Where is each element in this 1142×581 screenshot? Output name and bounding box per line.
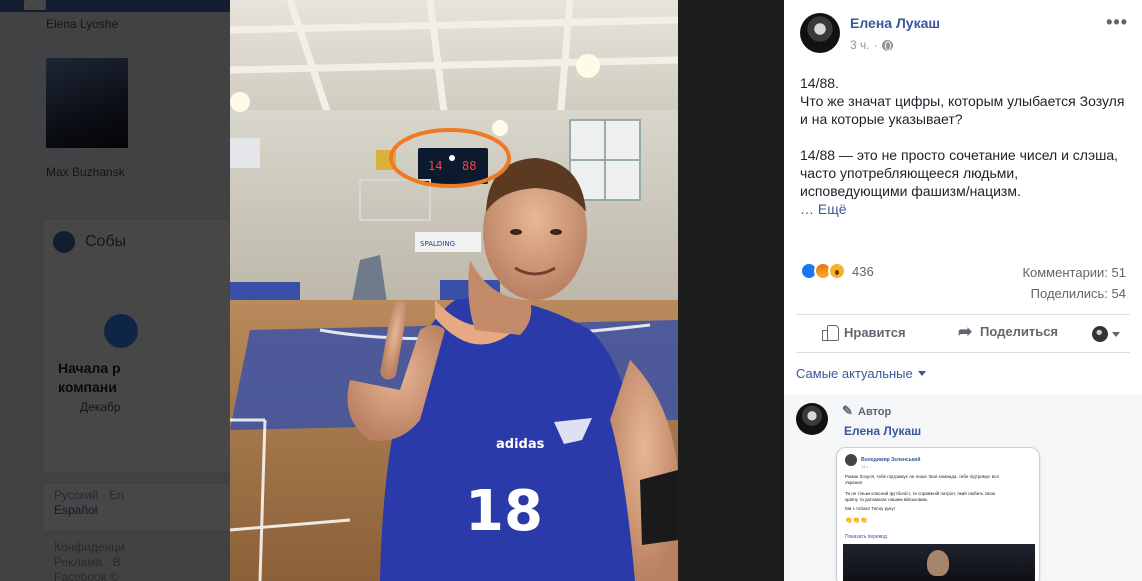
background-event-date: Декабр xyxy=(80,400,121,414)
comment-author[interactable]: Елена Лукаш xyxy=(844,424,921,438)
post-text: 14/88. Что же значат цифры, которым улыб… xyxy=(800,74,1130,218)
reactions-summary[interactable]: 436 xyxy=(800,262,874,280)
background-footer-2: Реклама · В xyxy=(54,555,121,569)
screenshot-avatar xyxy=(845,454,857,466)
scoreboard-away: 88 xyxy=(462,159,476,173)
comment-attachment-screenshot[interactable]: Володимир Зеленський 14 г. · Роман Зозул… xyxy=(836,447,1040,581)
share-icon xyxy=(958,322,974,342)
like-button[interactable]: Нравится xyxy=(822,324,906,341)
pen-icon xyxy=(842,403,854,419)
background-person-name: Max Buzhansk xyxy=(46,165,125,179)
sort-label: Самые актуальные xyxy=(796,366,913,381)
screenshot-line-5: Ми з тобою! Тисну руку! xyxy=(845,506,895,511)
background-event-line1: Начала р xyxy=(58,360,121,376)
screenshot-translate-link: Показать перевод xyxy=(845,534,887,540)
user-avatar-icon xyxy=(1092,326,1108,342)
post-paragraph-1: 14/88. Что же значат цифры, которым улыб… xyxy=(800,75,1125,127)
screenshot-time: 14 г. · xyxy=(861,464,872,469)
meta-separator: · xyxy=(873,38,878,52)
thumbs-up-icon xyxy=(822,324,839,341)
post-time[interactable]: 3 ч. xyxy=(850,38,870,52)
chevron-down-icon xyxy=(917,371,926,376)
background-footer-1: Конфиденци xyxy=(54,540,125,554)
reaction-count: 436 xyxy=(852,263,874,279)
screenshot-photo xyxy=(843,544,1035,581)
share-label: Поделиться xyxy=(980,324,1059,339)
screenshot-header: Володимир Зеленський xyxy=(845,454,920,466)
background-section-title: Собы xyxy=(85,233,127,250)
photo-viewer: Elena Lyoshe Max Buzhansk Собы Начала р … xyxy=(0,0,1142,581)
jersey-number: 18 xyxy=(465,479,543,544)
divider xyxy=(796,352,1130,353)
screenshot-emoji: 👏👏👏 xyxy=(845,518,868,524)
background-page: Elena Lyoshe Max Buzhansk Собы Начала р … xyxy=(0,0,230,581)
more-options-button[interactable]: ••• xyxy=(1106,12,1128,33)
comments-count[interactable]: Комментарии: 51 xyxy=(1022,265,1126,280)
background-event-line2: компани xyxy=(58,379,117,395)
star-icon xyxy=(53,231,75,253)
background-language-es: Español xyxy=(54,503,98,517)
screenshot-line-2: Україна! xyxy=(845,480,863,485)
shares-count[interactable]: Поделились: 54 xyxy=(1031,286,1126,301)
post-paragraph-2: 14/88 — это не просто сочетание чисел и … xyxy=(800,147,1119,199)
background-footer-3: Facebook © xyxy=(54,570,119,581)
screenshot-line-4: країну та допомагає нашим військовим. xyxy=(845,497,928,502)
wow-reaction-icon xyxy=(828,262,846,280)
like-label: Нравится xyxy=(844,324,906,340)
share-button[interactable]: Поделиться xyxy=(958,322,1059,342)
chevron-down-icon xyxy=(1112,331,1120,337)
screenshot-author: Володимир Зеленський xyxy=(861,457,921,463)
author-avatar[interactable] xyxy=(800,13,840,53)
author-badge: Автор xyxy=(842,403,892,419)
background-person-photo xyxy=(46,58,128,148)
commenter-avatar[interactable] xyxy=(796,403,828,435)
post-panel: Елена Лукаш 3 ч. · ••• 14/88. Что же зна… xyxy=(784,0,1142,581)
author-badge-label: Автор xyxy=(858,406,892,418)
basketball-gym-photo: 14 88 SPALDING adidas 18 xyxy=(230,0,678,581)
react-as-selector[interactable] xyxy=(1092,326,1120,342)
jersey-brand: adidas xyxy=(496,437,545,452)
post-meta: 3 ч. · xyxy=(850,38,893,52)
background-profile-name: Elena Lyoshe xyxy=(46,17,119,31)
divider xyxy=(796,314,1130,315)
globe-icon[interactable] xyxy=(881,39,893,51)
see-more-link[interactable]: … Ещё xyxy=(800,201,847,217)
post-author[interactable]: Елена Лукаш xyxy=(850,15,940,31)
spalding-banner: SPALDING xyxy=(420,240,455,248)
facebook-logo-icon xyxy=(24,0,46,10)
event-icon xyxy=(104,314,138,348)
post-photo[interactable]: 14 88 SPALDING adidas 18 xyxy=(230,0,678,581)
comment-sort-dropdown[interactable]: Самые актуальные xyxy=(796,366,926,381)
background-events-card xyxy=(42,218,230,473)
background-languages: Русский · En xyxy=(54,488,124,502)
scoreboard-home: 14 xyxy=(428,159,442,173)
